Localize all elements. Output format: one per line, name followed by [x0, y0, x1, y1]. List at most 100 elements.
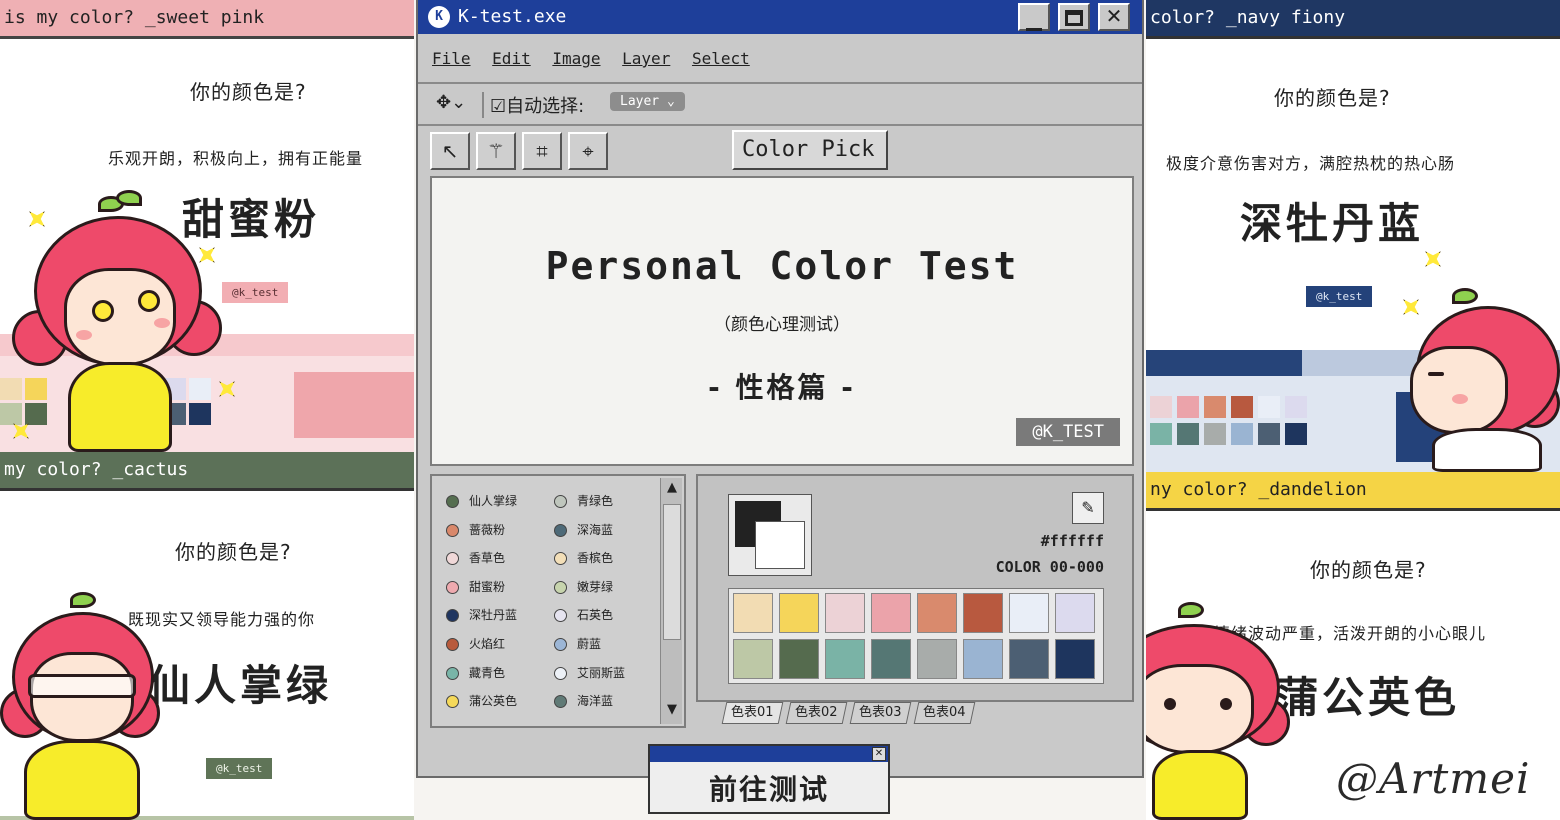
menu-bar: File Edit Image Layer Select [418, 34, 1142, 84]
palette-grid [728, 588, 1104, 684]
color-name: 仙人掌绿 [148, 661, 333, 710]
menu-layer[interactable]: Layer [622, 49, 670, 68]
color-picker-panel: ✎ #ffffff COLOR 00-000 [696, 474, 1134, 702]
cartoon-girl [1402, 288, 1560, 472]
scroll-up-icon[interactable]: ▲ [663, 480, 681, 500]
minimize-button[interactable] [1018, 3, 1050, 31]
panel-bar: color? _navy fiony [1146, 0, 1560, 36]
color-dot-icon [446, 552, 459, 566]
move-tool-icon[interactable]: ✥⌄ [436, 92, 466, 113]
color-dot-icon [446, 638, 459, 651]
options-bar: ✥⌄ ☑自动选择: Layer ⌄ [418, 86, 1142, 126]
eyedropper-icon: ✎ [1081, 498, 1095, 517]
color-list-item[interactable]: 艾丽斯蓝 [554, 664, 625, 681]
color-list-item[interactable]: 蔚蓝 [554, 635, 601, 652]
palette-swatch[interactable] [1009, 639, 1049, 679]
menu-edit[interactable]: Edit [492, 49, 531, 68]
color-list-label: 蔚蓝 [577, 637, 602, 651]
color-list-item[interactable]: 蒲公英色 [446, 692, 517, 709]
color-list-item[interactable]: 仙人掌绿 [446, 492, 517, 509]
color-list-item[interactable]: 藏青色 [446, 664, 505, 681]
palette-swatch[interactable] [871, 639, 911, 679]
color-list-label: 火焰红 [469, 637, 506, 651]
palette-swatch[interactable] [1055, 639, 1095, 679]
maximize-button[interactable] [1058, 3, 1090, 31]
go-test-button[interactable]: 前往测试 [650, 768, 888, 808]
menu-image[interactable]: Image [552, 49, 600, 68]
minimize-icon [1026, 28, 1042, 31]
menu-file[interactable]: File [432, 49, 471, 68]
tool-magic-wand[interactable]: ⚚ [476, 132, 516, 170]
color-list-label: 香槟色 [577, 551, 614, 566]
palette-swatch[interactable] [917, 639, 957, 679]
palette-swatch[interactable] [825, 639, 865, 679]
color-list-item[interactable]: 嫩芽绿 [554, 578, 613, 595]
palette-swatch[interactable] [917, 593, 957, 633]
question-text: 你的颜色是? [175, 540, 292, 564]
scroll-down-icon[interactable]: ▼ [663, 702, 681, 722]
color-list-item[interactable]: 香草色 [446, 549, 505, 566]
color-list-label: 嫩芽绿 [577, 579, 614, 594]
layer-select[interactable]: Layer ⌄ [610, 92, 685, 111]
color-dot-icon [554, 666, 567, 680]
palette-swatch[interactable] [1055, 593, 1095, 633]
maximize-icon [1065, 10, 1083, 26]
color-list-item[interactable]: 甜蜜粉 [446, 578, 505, 595]
color-list-item[interactable]: 青绿色 [554, 492, 613, 509]
close-button[interactable]: ✕ [1098, 3, 1130, 31]
color-dot-icon [554, 495, 567, 508]
app-icon: K [428, 6, 450, 28]
palette-swatch[interactable] [733, 639, 773, 679]
color-list-label: 海洋蓝 [577, 694, 614, 709]
hex-value: #ffffff [1040, 532, 1104, 550]
color-list-item[interactable]: 深海蓝 [554, 521, 613, 538]
cartoon-girl [0, 592, 170, 820]
panel-cactus: my color? _cactus 你的颜色是? 既现实又领导能力强的你 仙人掌… [0, 452, 414, 820]
auto-select-checkbox[interactable]: ☑自动选择: [490, 92, 584, 118]
color-list-item[interactable]: 深牡丹蓝 [446, 606, 517, 623]
color-list-label: 甜蜜粉 [469, 579, 506, 594]
palette-swatch[interactable] [963, 639, 1003, 679]
color-list-label: 仙人掌绿 [469, 494, 518, 508]
fg-bg-swatch[interactable] [728, 494, 812, 576]
canvas-area: Personal Color Test （颜色心理测试） - 性格篇 - @K_… [430, 176, 1134, 466]
scroll-thumb[interactable] [663, 504, 681, 640]
eyedropper-button[interactable]: ✎ [1072, 492, 1104, 524]
palette-tab-02[interactable]: 色表02 [785, 702, 847, 724]
palette-swatch[interactable] [779, 593, 819, 633]
canvas-tag: @K_TEST [1016, 418, 1120, 446]
cartoon-girl [1146, 602, 1294, 820]
color-list-label: 深牡丹蓝 [469, 608, 518, 623]
color-list-label: 藏青色 [469, 665, 506, 680]
color-list-item[interactable]: 蔷薇粉 [446, 521, 505, 538]
panel-navy-fiony: color? _navy fiony 你的颜色是? 极度介意伤害对方，满腔热枕的… [1146, 0, 1560, 472]
scrollbar[interactable]: ▲ ▼ [660, 478, 682, 724]
tool-arrow[interactable]: ↖ [430, 132, 470, 170]
palette-swatch[interactable] [963, 593, 1003, 633]
palette-swatch[interactable] [1009, 593, 1049, 633]
color-list-item[interactable]: 香槟色 [554, 549, 613, 566]
color-list-item[interactable]: 海洋蓝 [554, 692, 613, 709]
description-text: 极度介意伤害对方，满腔热枕的热心肠 [1166, 154, 1456, 173]
app-window: K K-test.exe ✕ File Edit Image Layer Sel… [416, 0, 1144, 778]
palette-swatch[interactable] [733, 593, 773, 633]
menu-select[interactable]: Select [692, 49, 750, 68]
palette-tab-01[interactable]: 色表01 [721, 702, 783, 724]
palette-tab-03[interactable]: 色表03 [849, 702, 911, 724]
palette-swatch[interactable] [825, 593, 865, 633]
tool-crop[interactable]: ⌗ [522, 132, 562, 170]
description-text: 乐观开朗，积极向上，拥有正能量 [108, 149, 364, 168]
question-text: 你的颜色是? [190, 80, 307, 104]
palette-swatch[interactable] [871, 593, 911, 633]
tag-label: @k_test [1306, 286, 1373, 307]
color-dot-icon [446, 609, 459, 623]
color-pick-button[interactable]: Color Pick ☑ [732, 130, 888, 198]
tool-crosshair[interactable]: ⌖ [568, 132, 608, 170]
color-list-item[interactable]: 火焰红 [446, 635, 505, 652]
palette-swatch[interactable] [779, 639, 819, 679]
dialog-close-button[interactable]: ✕ [872, 747, 886, 761]
cartoon-girl [12, 190, 242, 452]
color-list-label: 艾丽斯蓝 [577, 665, 626, 680]
palette-tab-04[interactable]: 色表04 [913, 702, 975, 724]
color-list-item[interactable]: 石英色 [554, 606, 613, 623]
